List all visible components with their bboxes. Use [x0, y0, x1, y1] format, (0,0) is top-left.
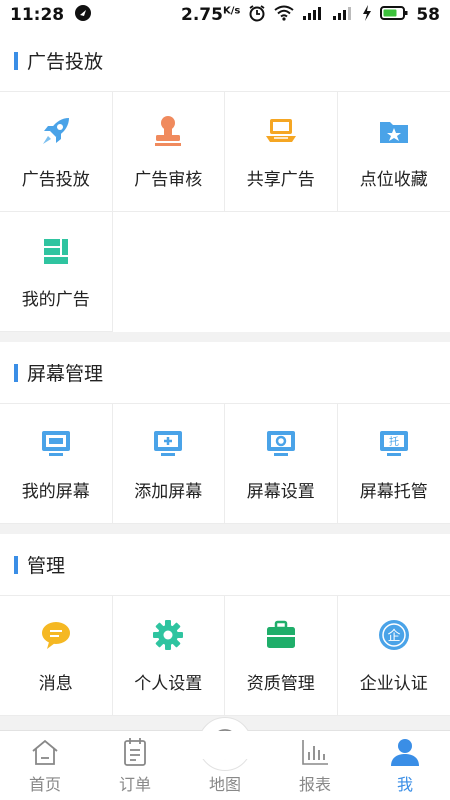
gear-icon [150, 617, 186, 653]
menu-item-my-ads[interactable]: 我的广告 [0, 212, 113, 332]
alarm-icon [248, 4, 266, 27]
monitor-settings-icon [263, 425, 299, 461]
tab-label: 首页 [28, 775, 61, 794]
menu-item-screen-hosting[interactable]: 托 屏幕托管 [337, 404, 450, 524]
menu-grid: 消息 个人设置 资质管理 企 企业认证 [0, 596, 450, 716]
menu-item-label: 我的广告 [21, 290, 90, 310]
menu-item-personal-settings[interactable]: 个人设置 [112, 596, 225, 716]
menu-item-label: 屏幕设置 [246, 482, 315, 502]
battery-level: 58 [416, 5, 440, 25]
section-accent-bar [14, 51, 18, 70]
section-accent-bar [14, 363, 18, 382]
section-management: 管理 消息 个人设置 资质管理 企 企业认证 [0, 534, 450, 716]
section-divider [0, 332, 450, 342]
section-header: 屏幕管理 [0, 342, 450, 404]
section-divider [0, 524, 450, 534]
menu-item-add-screen[interactable]: 添加屏幕 [112, 404, 225, 524]
order-icon [119, 736, 151, 768]
rocket-icon [38, 113, 74, 149]
menu-item-label: 个人设置 [134, 674, 203, 694]
enterprise-badge-text: 企 [387, 628, 400, 644]
tab-me[interactable]: 我 [360, 731, 450, 800]
menu-item-shared-ads[interactable]: 共享广告 [225, 92, 338, 212]
menu-item-label: 我的屏幕 [21, 482, 90, 502]
monitor-icon [38, 425, 74, 461]
section-title: 广告投放 [27, 51, 104, 73]
briefcase-icon [263, 617, 299, 653]
section-ad-delivery: 广告投放 广告投放 广告审核 共享广告 点位收藏 我的广告 [0, 30, 450, 332]
menu-item-saved-locations[interactable]: 点位收藏 [337, 92, 450, 212]
menu-item-label: 共享广告 [246, 170, 315, 190]
menu-grid: 我的屏幕 添加屏幕 屏幕设置 托 屏幕托管 [0, 404, 450, 524]
menu-item-label: 资质管理 [246, 674, 315, 694]
monitor-plus-icon [150, 425, 186, 461]
menu-item-my-screens[interactable]: 我的屏幕 [0, 404, 113, 524]
menu-grid: 广告投放 广告审核 共享广告 点位收藏 我的广告 [0, 92, 450, 332]
menu-item-messages[interactable]: 消息 [0, 596, 113, 716]
enterprise-badge-icon: 企 [376, 617, 412, 653]
tab-orders[interactable]: 订单 [90, 731, 180, 800]
menu-item-label: 广告投放 [21, 170, 90, 190]
network-speed: 2.75K/s [181, 5, 241, 25]
map-bubble-mask [180, 731, 270, 759]
tab-home[interactable]: 首页 [0, 731, 90, 800]
menu-item-enterprise-verification[interactable]: 企 企业认证 [337, 596, 450, 716]
section-title: 管理 [27, 555, 66, 577]
bottom-tab-bar: 首页 订单 地图 报表 我 [0, 717, 450, 800]
section-title: 屏幕管理 [27, 363, 104, 385]
monitor-hosting-icon: 托 [376, 425, 412, 461]
menu-item-screen-settings[interactable]: 屏幕设置 [225, 404, 338, 524]
tab-label: 订单 [118, 775, 151, 794]
tab-map[interactable]: 地图 [180, 717, 270, 800]
folder-star-icon [376, 113, 412, 149]
status-time: 11:28 [10, 5, 65, 25]
stamp-icon [150, 113, 186, 149]
tab-label: 报表 [298, 775, 331, 794]
section-accent-bar [14, 555, 18, 574]
section-header: 广告投放 [0, 30, 450, 92]
menu-item-label: 屏幕托管 [359, 482, 428, 502]
menu-item-ad-delivery[interactable]: 广告投放 [0, 92, 113, 212]
tab-label: 我 [396, 775, 413, 794]
wifi-icon [274, 5, 294, 26]
menu-item-label: 广告审核 [134, 170, 203, 190]
message-icon [38, 617, 74, 653]
menu-item-qualification-management[interactable]: 资质管理 [225, 596, 338, 716]
menu-item-label: 添加屏幕 [134, 482, 203, 502]
menu-item-ad-review[interactable]: 广告审核 [112, 92, 225, 212]
section-header: 管理 [0, 534, 450, 596]
menu-item-label: 企业认证 [359, 674, 428, 694]
home-icon [29, 736, 61, 768]
main-content: 广告投放 广告投放 广告审核 共享广告 点位收藏 我的广告 屏幕管理 我的屏幕 … [0, 30, 450, 730]
menu-item-label: 消息 [38, 674, 73, 694]
signal-4g-icon [302, 5, 324, 26]
menu-item-label: 点位收藏 [359, 170, 428, 190]
bar-chart-icon [299, 736, 331, 768]
signal-icon [332, 5, 354, 26]
app-notification-icon [74, 4, 92, 27]
status-bar: 11:28 2.75K/s 58 [0, 0, 450, 30]
user-icon [389, 736, 421, 768]
charging-icon [362, 4, 372, 26]
section-screen-management: 屏幕管理 我的屏幕 添加屏幕 屏幕设置 托 屏幕托管 [0, 342, 450, 524]
monitor-badge-text: 托 [389, 435, 399, 448]
tab-reports[interactable]: 报表 [270, 731, 360, 800]
battery-icon [380, 5, 408, 26]
layout-blocks-icon [38, 233, 74, 269]
shared-laptop-icon [263, 113, 299, 149]
tab-label: 地图 [208, 775, 241, 794]
